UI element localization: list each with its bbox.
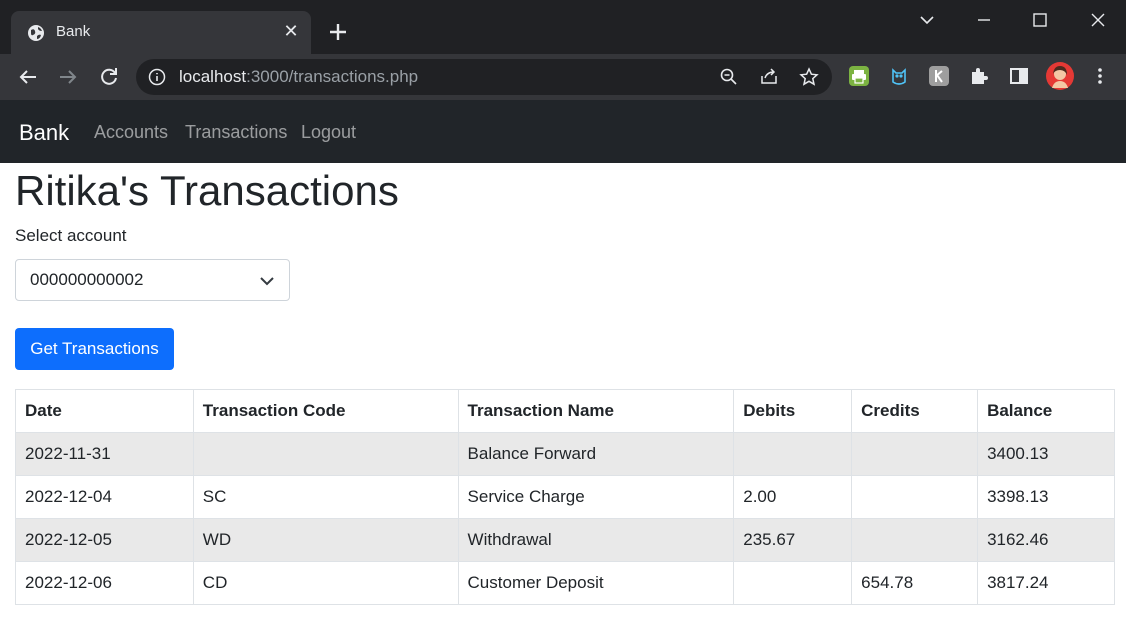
nav-link-logout[interactable]: Logout [301,122,356,143]
bookmark-star-icon[interactable] [799,67,819,87]
select-account-label: Select account [15,226,127,245]
column-header-transaction-code: Transaction Code [192,389,459,433]
extensions-puzzle-icon[interactable] [968,65,990,87]
table-row: 2022-12-04 SC Service Charge 2.00 3398.1… [15,475,1115,519]
browser-tabstrip: Bank ✕ [0,0,1126,54]
cell-date: 2022-12-05 [15,518,194,562]
cell-transaction-name: Balance Forward [457,432,735,476]
share-icon[interactable] [759,67,779,87]
transactions-table: Date Transaction Code Transaction Name D… [15,389,1115,605]
column-header-balance: Balance [977,389,1115,433]
cell-transaction-code: WD [192,518,459,562]
chevron-down-icon [260,277,274,286]
cell-debits [733,561,853,605]
tab-search-icon[interactable] [915,8,939,32]
cell-credits: 654.78 [851,561,979,605]
forward-icon[interactable] [56,65,80,89]
cell-balance: 3400.13 [977,432,1115,476]
cell-debits: 2.00 [733,475,853,519]
profile-avatar-icon[interactable] [1046,62,1074,90]
kami-extension-icon[interactable] [928,65,950,87]
browser-toolbar: localhost:3000/transactions.php [0,54,1126,100]
cell-transaction-name: Service Charge [457,475,735,519]
get-transactions-button[interactable]: Get Transactions [15,328,174,370]
close-window-icon[interactable] [1086,8,1110,32]
cell-date: 2022-12-06 [15,561,194,605]
navbar-brand[interactable]: Bank [19,120,69,146]
cell-balance: 3398.13 [977,475,1115,519]
close-tab-icon[interactable]: ✕ [281,21,301,41]
owl-extension-icon[interactable] [888,65,910,87]
cell-transaction-name: Withdrawal [457,518,735,562]
cell-transaction-code: CD [192,561,459,605]
cell-transaction-name: Customer Deposit [457,561,735,605]
cell-credits [851,475,979,519]
cell-balance: 3817.24 [977,561,1115,605]
table-row: 2022-12-06 CD Customer Deposit 654.78 38… [15,561,1115,605]
info-icon[interactable] [148,68,166,86]
nav-link-transactions[interactable]: Transactions [185,122,287,143]
column-header-credits: Credits [851,389,979,433]
page-title: Ritika's Transactions [15,167,399,214]
account-select-value: 000000000002 [30,270,144,289]
cell-transaction-code: SC [192,475,459,519]
table-row: 2022-12-05 WD Withdrawal 235.67 3162.46 [15,518,1115,562]
new-tab-icon[interactable] [326,20,350,44]
url-path: :3000/transactions.php [246,67,419,86]
side-panel-icon[interactable] [1008,65,1030,87]
cell-date: 2022-12-04 [15,475,194,519]
reload-icon[interactable] [97,65,121,89]
cell-balance: 3162.46 [977,518,1115,562]
browser-tab[interactable]: Bank ✕ [11,11,311,54]
column-header-date: Date [15,389,194,433]
cell-debits [733,432,853,476]
print-extension-icon[interactable] [848,65,870,87]
table-header-row: Date Transaction Code Transaction Name D… [15,389,1115,433]
address-bar[interactable]: localhost:3000/transactions.php [136,59,832,95]
url-host: localhost [179,67,247,86]
cell-credits [851,432,979,476]
back-icon[interactable] [16,65,40,89]
nav-link-accounts[interactable]: Accounts [94,122,168,143]
minimize-icon[interactable] [972,8,996,32]
column-header-debits: Debits [733,389,853,433]
globe-icon [28,25,44,41]
maximize-icon[interactable] [1028,8,1052,32]
app-navbar: Bank Accounts Transactions Logout [0,100,1126,163]
column-header-transaction-name: Transaction Name [457,389,735,433]
cell-transaction-code [192,432,459,476]
cell-credits [851,518,979,562]
cell-debits: 235.67 [733,518,853,562]
browser-menu-icon[interactable] [1089,65,1111,87]
url-text: localhost:3000/transactions.php [179,67,418,87]
cell-date: 2022-11-31 [15,432,194,476]
table-row: 2022-11-31 Balance Forward 3400.13 [15,432,1115,476]
zoom-icon[interactable] [719,67,739,87]
tab-title: Bank [56,23,91,40]
account-select[interactable]: 000000000002 [15,259,290,301]
